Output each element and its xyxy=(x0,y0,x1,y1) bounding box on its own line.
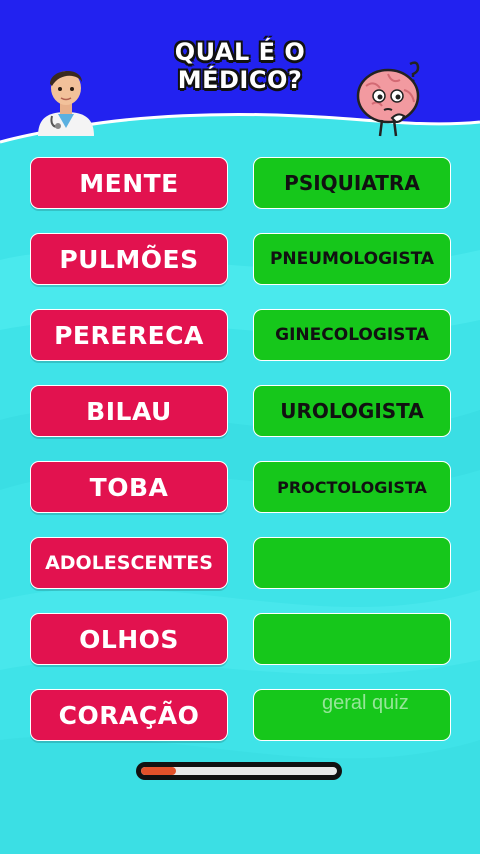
page-title: QUAL É O MÉDICO? xyxy=(150,38,330,94)
word-button[interactable]: OLHOS xyxy=(30,613,228,665)
word-button[interactable]: TOBA xyxy=(30,461,228,513)
quiz-row: MENTE PSIQUIATRA xyxy=(30,157,451,209)
word-button[interactable]: CORAÇÃO xyxy=(30,689,228,741)
answer-slot[interactable]: PNEUMOLOGISTA xyxy=(253,233,451,285)
quiz-row: TOBA PROCTOLOGISTA xyxy=(30,461,451,513)
doctor-icon xyxy=(38,70,94,136)
watermark: geral quiz xyxy=(322,692,409,714)
thinking-brain-icon xyxy=(356,61,420,137)
progress-bar xyxy=(136,762,342,780)
quiz-row: OLHOS xyxy=(30,613,451,665)
quiz-row: BILAU UROLOGISTA xyxy=(30,385,451,437)
progress-track xyxy=(141,767,337,775)
answer-slot[interactable]: PROCTOLOGISTA xyxy=(253,461,451,513)
title-line-1: QUAL É O xyxy=(174,38,306,66)
word-button[interactable]: ADOLESCENTES xyxy=(30,537,228,589)
quiz-row: ADOLESCENTES xyxy=(30,537,451,589)
word-button[interactable]: BILAU xyxy=(30,385,228,437)
quiz-screen: QUAL É O MÉDICO? MENTE PSIQUIATRA PULMÕE… xyxy=(0,0,480,854)
answer-slot[interactable] xyxy=(253,537,451,589)
quiz-row: PERERECA GINECOLOGISTA xyxy=(30,309,451,361)
quiz-row: PULMÕES PNEUMOLOGISTA xyxy=(30,233,451,285)
word-button[interactable]: PERERECA xyxy=(30,309,228,361)
progress-fill xyxy=(141,767,177,775)
answer-slot[interactable]: PSIQUIATRA xyxy=(253,157,451,209)
answer-slot[interactable] xyxy=(253,613,451,665)
title-line-2: MÉDICO? xyxy=(177,66,303,94)
word-button[interactable]: MENTE xyxy=(30,157,228,209)
answer-slot[interactable]: GINECOLOGISTA xyxy=(253,309,451,361)
word-button[interactable]: PULMÕES xyxy=(30,233,228,285)
answer-slot[interactable]: UROLOGISTA xyxy=(253,385,451,437)
